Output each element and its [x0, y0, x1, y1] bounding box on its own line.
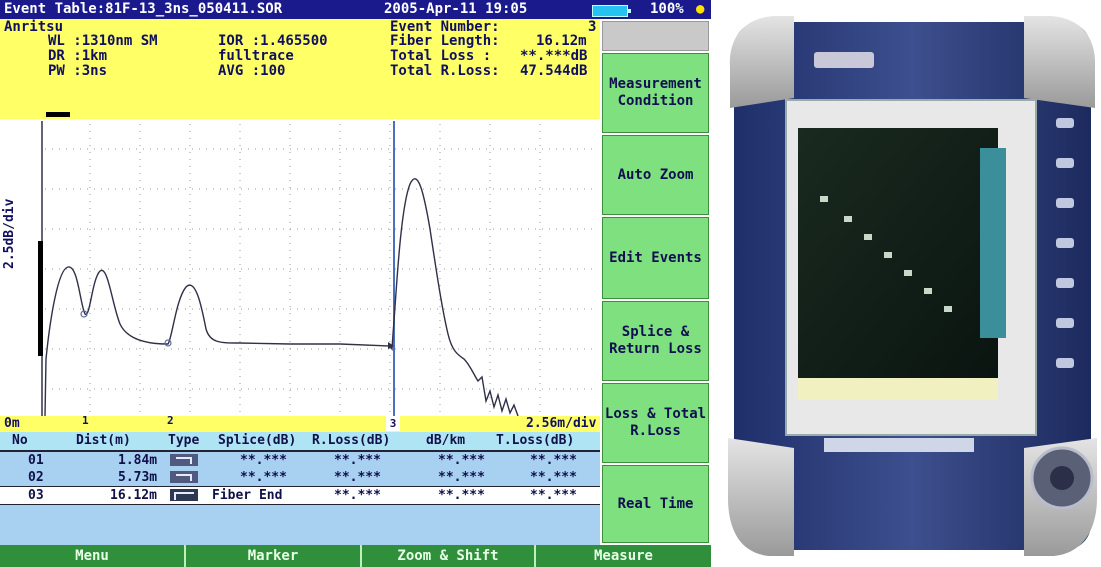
- total-loss-label: Total Loss :: [390, 48, 492, 64]
- splice-type-icon: [170, 454, 198, 466]
- row-tloss: **.***: [530, 488, 577, 503]
- col-no: No: [12, 433, 28, 448]
- row-tloss: **.***: [530, 470, 577, 485]
- menu-button[interactable]: Menu: [0, 545, 186, 567]
- softkey-panel: Measurement Condition Auto Zoom Edit Eve…: [600, 19, 711, 545]
- event-number-value: 3: [588, 19, 597, 35]
- battery-level: 100%: [650, 1, 684, 17]
- edit-events-button[interactable]: Edit Events: [602, 217, 709, 299]
- row-dbkm: **.***: [438, 488, 485, 503]
- ior: IOR :1.465500: [218, 33, 328, 49]
- row-dist: 5.73m: [118, 470, 158, 485]
- row-type: Fiber End: [212, 488, 283, 503]
- row-rloss: **.***: [334, 470, 381, 485]
- fiber-end-icon: [170, 489, 198, 501]
- x-scale-label: 2.56m/div: [526, 416, 597, 431]
- x-scale-bar: 0m 1 2 3 2.56m/div: [0, 414, 600, 432]
- splice-return-loss-button[interactable]: Splice & Return Loss: [602, 301, 709, 381]
- auto-zoom-button[interactable]: Auto Zoom: [602, 135, 709, 215]
- row-rloss: **.***: [334, 453, 381, 468]
- table-row[interactable]: 02 5.73m **.*** **.*** **.*** **.***: [0, 469, 600, 486]
- row-dist: 16.12m: [110, 488, 157, 503]
- marker-label-3: 3: [386, 416, 400, 431]
- event-table: No Dist(m) Type Splice(dB) R.Loss(dB) dB…: [0, 432, 600, 545]
- real-time-button[interactable]: Real Time: [602, 465, 709, 543]
- marker-label-2: 2: [167, 414, 174, 427]
- row-tloss: **.***: [530, 453, 577, 468]
- x-start-label: 0m: [4, 416, 20, 431]
- title-bar: Event Table:81F-13_3ns_050411.SOR 2005-A…: [0, 0, 711, 19]
- event-table-header: No Dist(m) Type Splice(dB) R.Loss(dB) dB…: [0, 432, 600, 452]
- otdr-trace-line: [44, 178, 519, 416]
- total-rloss-label: Total R.Loss:: [390, 63, 500, 79]
- softkey-blank: [602, 21, 709, 51]
- col-tloss: T.Loss(dB): [496, 433, 575, 448]
- col-dist: Dist(m): [76, 433, 131, 448]
- device-illustration: [728, 16, 1097, 556]
- trace-mode: fulltrace: [218, 48, 294, 64]
- col-rloss: R.Loss(dB): [312, 433, 391, 448]
- row-dist: 1.84m: [118, 453, 158, 468]
- lightbulb-icon: ●: [696, 1, 705, 17]
- row-rloss: **.***: [334, 488, 381, 503]
- trace-graph: [38, 121, 595, 416]
- fiber-length-label: Fiber Length:: [390, 33, 500, 49]
- row-no: 02: [28, 470, 44, 485]
- col-type: Type: [168, 433, 200, 448]
- battery-icon: [592, 5, 631, 17]
- averaging: AVG :100: [218, 63, 286, 79]
- total-loss-value: **.***dB: [520, 48, 588, 64]
- file-name: Event Table:81F-13_3ns_050411.SOR: [4, 1, 283, 17]
- splice-type-icon: [170, 471, 198, 483]
- row-no: 03: [28, 488, 44, 503]
- measurement-header: Anritsu WL :1310nm SM IOR :1.465500 DR :…: [0, 19, 600, 119]
- y-scale-bar: [38, 241, 43, 356]
- col-dbkm: dB/km: [426, 433, 466, 448]
- row-dbkm: **.***: [438, 453, 485, 468]
- marker-label-1: 1: [82, 414, 89, 427]
- zoom-shift-button[interactable]: Zoom & Shift: [362, 545, 536, 567]
- row-splice: **.***: [240, 453, 287, 468]
- y-axis-label: 2.5dB/div: [2, 198, 17, 269]
- row-splice: **.***: [240, 470, 287, 485]
- row-dbkm: **.***: [438, 470, 485, 485]
- distance-range: DR :1km: [48, 48, 108, 64]
- table-row[interactable]: 01 1.84m **.*** **.*** **.*** **.***: [0, 452, 600, 469]
- otdr-device-photo: [724, 8, 1101, 563]
- menu-bar: Menu Marker Zoom & Shift Measure: [0, 545, 711, 567]
- scroll-indicator: [46, 112, 70, 117]
- measurement-condition-button[interactable]: Measurement Condition: [602, 53, 709, 133]
- fiber-length-value: 16.12m: [536, 33, 587, 49]
- date-time: 2005-Apr-11 19:05: [384, 1, 528, 17]
- otdr-screen: Event Table:81F-13_3ns_050411.SOR 2005-A…: [0, 0, 711, 567]
- wavelength: WL :1310nm SM: [48, 33, 158, 49]
- pulse-width: PW :3ns: [48, 63, 108, 79]
- total-rloss-value: 47.544dB: [520, 63, 588, 79]
- row-no: 01: [28, 453, 44, 468]
- otdr-trace-plot[interactable]: 2.5dB/div: [0, 119, 600, 416]
- loss-total-rloss-button[interactable]: Loss & Total R.Loss: [602, 383, 709, 463]
- table-row-selected[interactable]: 03 16.12m Fiber End **.*** **.*** **.***: [0, 486, 600, 505]
- col-splice: Splice(dB): [218, 433, 297, 448]
- marker-button[interactable]: Marker: [186, 545, 362, 567]
- measure-button[interactable]: Measure: [536, 545, 711, 567]
